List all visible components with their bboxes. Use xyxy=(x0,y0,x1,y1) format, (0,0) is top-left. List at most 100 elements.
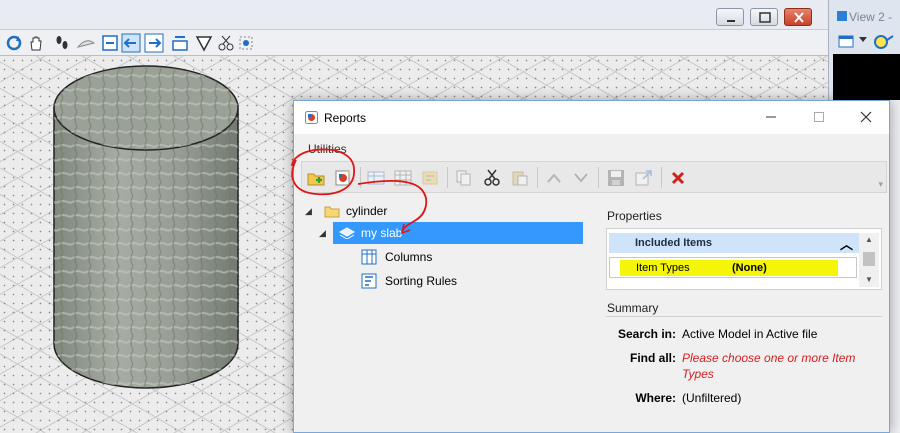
arrow-up-icon xyxy=(547,172,561,183)
properties-grid: Included Items ︿ Item Types (None) ▲ ▼ xyxy=(606,228,882,290)
tree-item-sorting-rules[interactable]: Sorting Rules xyxy=(361,270,561,292)
scroll-up-icon[interactable]: ▲ xyxy=(865,235,873,244)
scroll-down-icon[interactable]: ▼ xyxy=(865,275,873,284)
search-in-label: Search in: xyxy=(617,327,676,341)
view-2-title: View 2 - xyxy=(849,10,893,24)
collapse-arrow-icon[interactable]: ◢ xyxy=(319,228,326,239)
tree-item-my-slab[interactable]: ◢ my slab xyxy=(319,222,583,244)
move-up-button[interactable] xyxy=(542,166,566,189)
copy-icon xyxy=(456,170,471,185)
save-disk-icon xyxy=(608,169,624,186)
save-button[interactable] xyxy=(604,166,628,189)
export-button[interactable] xyxy=(632,166,656,189)
dialog-maximize-icon[interactable] xyxy=(812,110,826,124)
new-folder-icon xyxy=(307,173,325,185)
close-icon xyxy=(794,12,804,23)
find-all-value: Please choose one or more Item Types xyxy=(682,351,856,381)
close-window-button[interactable] xyxy=(784,8,812,26)
search-in-value: Active Model in Active file xyxy=(682,327,818,341)
cut-button[interactable] xyxy=(480,166,504,189)
reports-app-icon xyxy=(305,111,318,124)
cube-view-icon xyxy=(837,11,847,21)
view-attributes-icon[interactable] xyxy=(837,32,857,50)
folder-icon xyxy=(324,206,340,218)
add-table-button[interactable] xyxy=(391,166,415,189)
properties-heading: Properties xyxy=(607,209,662,223)
item-types-label: Item Types xyxy=(636,262,690,274)
copy-button[interactable] xyxy=(452,166,476,189)
collapse-arrow-icon[interactable]: ◢ xyxy=(305,206,312,217)
included-items-group[interactable]: Included Items ︿ xyxy=(609,233,859,253)
tree-item-label: my slab xyxy=(361,226,403,240)
walk-footprints-icon[interactable] xyxy=(52,33,72,53)
scroll-thumb[interactable] xyxy=(863,252,875,266)
pan-hand-icon[interactable] xyxy=(26,33,46,53)
toolbar-separator xyxy=(447,167,448,188)
tree-item-label: Sorting Rules xyxy=(385,274,458,288)
item-types-value[interactable]: (None) xyxy=(732,262,767,274)
toolbar-separator xyxy=(598,167,599,188)
where-value: (Unfiltered) xyxy=(682,391,742,405)
reports-title: Reports xyxy=(324,111,367,125)
add-columns-button[interactable] xyxy=(364,166,388,189)
cad-window-titlebar xyxy=(0,0,828,30)
add-sorting-rule-button[interactable] xyxy=(418,166,442,189)
copy-view-icon[interactable] xyxy=(100,33,120,53)
reports-titlebar: Reports xyxy=(294,101,889,134)
toolbar-separator xyxy=(661,167,662,188)
cut-scissors-icon xyxy=(484,169,500,186)
where-label: Where: xyxy=(635,391,676,405)
toolbar-separator xyxy=(360,167,361,188)
dropdown-arrow-icon[interactable] xyxy=(859,36,867,44)
columns-icon xyxy=(367,171,385,184)
next-view-icon[interactable] xyxy=(144,33,164,53)
render-mode-icon[interactable] xyxy=(871,32,895,50)
clip-volume-icon[interactable] xyxy=(194,33,214,53)
find-all-label: Find all: xyxy=(630,351,676,365)
view-2-toolbar xyxy=(829,28,900,54)
properties-scrollbar[interactable]: ▲ ▼ xyxy=(859,233,879,287)
minimize-button[interactable] xyxy=(716,8,744,26)
maximize-button[interactable] xyxy=(750,8,778,26)
tree-item-columns[interactable]: Columns xyxy=(361,246,561,268)
table-grid-icon xyxy=(394,170,412,185)
reports-dialog: Reports Utilities ▾ ◢ cylinder ◢ my slab… xyxy=(293,100,890,433)
sorting-rules-icon xyxy=(361,273,377,289)
item-types-row[interactable]: Item Types (None) xyxy=(609,257,857,278)
chevron-up-icon[interactable]: ︿ xyxy=(840,234,853,253)
sorting-icon xyxy=(422,171,438,184)
summary-panel: Search in: Active Model in Active file F… xyxy=(606,316,882,429)
maximize-icon xyxy=(759,12,771,23)
export-icon xyxy=(635,169,652,185)
arrow-down-icon xyxy=(574,172,588,183)
tree-item-label: Columns xyxy=(385,250,433,264)
new-folder-button[interactable] xyxy=(304,166,328,189)
paste-icon xyxy=(512,171,528,185)
toolbar-separator xyxy=(537,167,538,188)
new-report-icon xyxy=(335,170,350,185)
previous-view-icon[interactable] xyxy=(121,33,141,53)
dialog-minimize-icon[interactable] xyxy=(764,110,778,124)
reports-tree: ◢ cylinder ◢ my slab Columns Sorting Rul… xyxy=(302,198,594,430)
delete-button[interactable] xyxy=(666,166,690,189)
summary-heading: Summary xyxy=(607,301,659,315)
report-definition-icon xyxy=(339,227,355,239)
paste-button[interactable] xyxy=(508,166,532,189)
cut-clip-icon[interactable] xyxy=(216,33,236,53)
toolbar-grip-icon: ▾ xyxy=(878,179,883,189)
dialog-close-icon[interactable] xyxy=(859,110,873,124)
view-attributes-icon[interactable] xyxy=(170,33,190,53)
tree-item-label: cylinder xyxy=(346,204,388,218)
delete-x-icon xyxy=(671,171,685,184)
tree-item-cylinder[interactable]: ◢ cylinder xyxy=(302,200,582,222)
view-toolbar xyxy=(0,30,828,56)
new-report-button[interactable] xyxy=(331,166,355,189)
fly-icon[interactable] xyxy=(76,33,96,53)
rotate-view-icon[interactable] xyxy=(4,33,24,53)
view-2-viewport[interactable] xyxy=(833,54,900,100)
columns-icon xyxy=(361,249,377,265)
fit-view-icon[interactable] xyxy=(236,33,256,53)
reports-toolbar: ▾ xyxy=(301,161,887,193)
move-down-button[interactable] xyxy=(569,166,593,189)
utilities-menu[interactable]: Utilities xyxy=(308,142,347,156)
